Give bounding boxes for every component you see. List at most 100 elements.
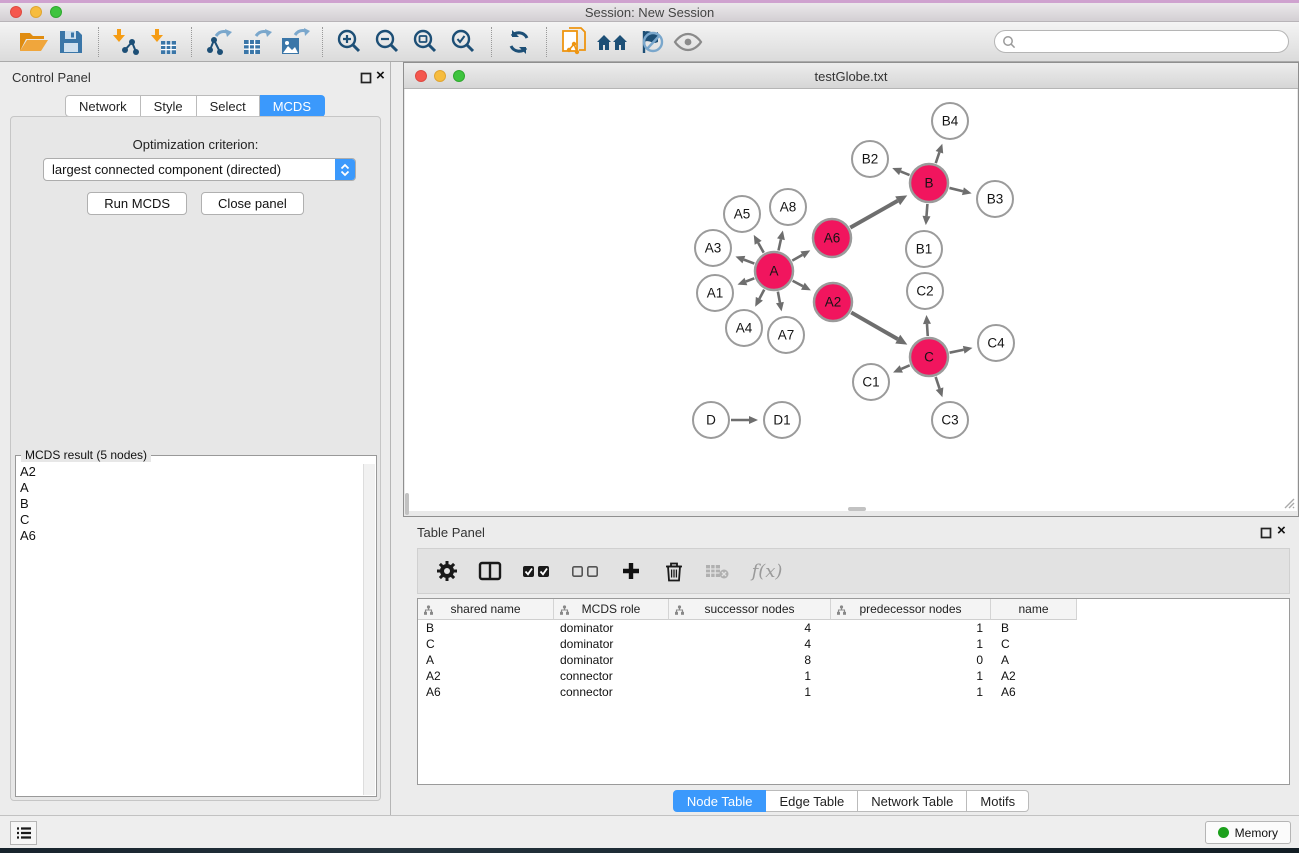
close-panel-icon[interactable]: × xyxy=(376,66,385,86)
table-row[interactable]: Bdominator41B xyxy=(418,620,1289,636)
network-window-titlebar[interactable]: testGlobe.txt xyxy=(404,63,1298,89)
select-all-icon[interactable] xyxy=(520,558,552,584)
graph-edge-A-A2[interactable] xyxy=(793,281,803,286)
table-cell[interactable]: A2 xyxy=(991,668,1077,684)
deselect-all-icon[interactable] xyxy=(569,558,601,584)
save-session-icon[interactable] xyxy=(52,25,90,59)
zoom-out-icon[interactable] xyxy=(369,25,407,59)
graph-edge-A6-B[interactable] xyxy=(850,201,897,228)
search-field[interactable] xyxy=(994,30,1289,53)
table-cell[interactable]: 1 xyxy=(831,668,991,684)
mcds-result-item[interactable]: A6 xyxy=(17,528,363,544)
column-header-mcds-role[interactable]: MCDS role xyxy=(554,599,669,620)
hide-selected-icon[interactable] xyxy=(631,25,669,59)
new-network-file-icon[interactable] xyxy=(555,25,593,59)
table-row[interactable]: Adominator80A xyxy=(418,652,1289,668)
gear-icon[interactable] xyxy=(434,558,460,584)
tab-edge-table[interactable]: Edge Table xyxy=(766,790,858,812)
graph-edge-C-C4[interactable] xyxy=(950,350,964,353)
table-row[interactable]: Cdominator41C xyxy=(418,636,1289,652)
graph-edge-A-A1[interactable] xyxy=(746,278,754,281)
zoom-fit-icon[interactable] xyxy=(407,25,445,59)
mcds-result-item[interactable]: B xyxy=(17,496,363,512)
export-table-icon[interactable] xyxy=(238,25,276,59)
zoom-in-icon[interactable] xyxy=(331,25,369,59)
mcds-result-item[interactable]: C xyxy=(17,512,363,528)
tab-node-table[interactable]: Node Table xyxy=(673,790,767,812)
table-row[interactable]: A2connector11A2 xyxy=(418,668,1289,684)
table-cell[interactable]: B xyxy=(991,620,1077,636)
table-cell[interactable]: dominator xyxy=(554,636,669,652)
table-cell[interactable]: 0 xyxy=(831,652,991,668)
mcds-result-item[interactable]: A xyxy=(17,480,363,496)
table-cell[interactable]: 1 xyxy=(669,668,831,684)
table-cell[interactable]: 1 xyxy=(669,684,831,700)
network-canvas[interactable]: B4B2BB3A5A8A6A3B1AA1C2A2A4A7C4CC1C3DD1 xyxy=(405,89,1297,511)
tab-mcds[interactable]: MCDS xyxy=(260,95,325,117)
graph-edge-B-B4[interactable] xyxy=(936,152,940,163)
table-cell[interactable]: B xyxy=(418,620,554,636)
mcds-list-scrollbar[interactable] xyxy=(363,464,375,795)
table-cell[interactable]: A xyxy=(418,652,554,668)
graph-edge-C-C2[interactable] xyxy=(927,324,928,336)
delete-icon[interactable] xyxy=(661,558,687,584)
zoom-selected-icon[interactable] xyxy=(445,25,483,59)
graph-edge-B-B1[interactable] xyxy=(926,204,927,216)
graph-edge-A2-C[interactable] xyxy=(851,312,898,339)
table-cell[interactable]: A6 xyxy=(418,684,554,700)
network-zoom-button[interactable] xyxy=(453,70,465,82)
first-neighbors-icon[interactable] xyxy=(593,25,631,59)
import-network-icon[interactable] xyxy=(107,25,145,59)
add-column-icon[interactable] xyxy=(618,558,644,584)
table-row[interactable]: A6connector11A6 xyxy=(418,684,1289,700)
table-cell[interactable]: connector xyxy=(554,684,669,700)
show-all-icon[interactable] xyxy=(669,25,707,59)
tab-select[interactable]: Select xyxy=(197,95,260,117)
refresh-icon[interactable] xyxy=(500,25,538,59)
mcds-result-item[interactable]: A2 xyxy=(17,464,363,480)
table-cell[interactable]: dominator xyxy=(554,620,669,636)
tab-motifs[interactable]: Motifs xyxy=(967,790,1029,812)
table-cell[interactable]: connector xyxy=(554,668,669,684)
network-minimize-button[interactable] xyxy=(434,70,446,82)
table-cell[interactable]: C xyxy=(991,636,1077,652)
float-table-panel-icon[interactable] xyxy=(1260,526,1272,538)
delete-table-icon[interactable] xyxy=(704,558,730,584)
open-file-icon[interactable] xyxy=(14,25,52,59)
graph-edge-A-A7[interactable] xyxy=(778,292,780,303)
table-cell[interactable]: C xyxy=(418,636,554,652)
export-image-icon[interactable] xyxy=(276,25,314,59)
graph-edge-B-B3[interactable] xyxy=(949,188,963,191)
graph-edge-C-C1[interactable] xyxy=(901,365,909,369)
tab-network-table[interactable]: Network Table xyxy=(858,790,967,812)
import-table-icon[interactable] xyxy=(145,25,183,59)
network-close-button[interactable] xyxy=(415,70,427,82)
run-mcds-button[interactable]: Run MCDS xyxy=(87,192,187,215)
column-header-shared-name[interactable]: shared name xyxy=(418,599,554,620)
graph-edge-B-B2[interactable] xyxy=(901,171,910,175)
memory-button[interactable]: Memory xyxy=(1205,821,1291,844)
canvas-vscroll-thumb[interactable] xyxy=(405,493,409,515)
graph-edge-A-A6[interactable] xyxy=(792,255,802,261)
export-network-icon[interactable] xyxy=(200,25,238,59)
graph-edge-A-A4[interactable] xyxy=(759,290,764,299)
table-cell[interactable]: A2 xyxy=(418,668,554,684)
column-header-name[interactable]: name xyxy=(991,599,1077,620)
canvas-hscroll-thumb[interactable] xyxy=(848,507,866,511)
column-header-successor-nodes[interactable]: successor nodes xyxy=(669,599,831,620)
table-cell[interactable]: 1 xyxy=(831,684,991,700)
tab-network[interactable]: Network xyxy=(65,95,141,117)
task-history-button[interactable] xyxy=(10,821,37,845)
criterion-dropdown[interactable]: largest connected component (directed) xyxy=(43,158,356,181)
search-input[interactable] xyxy=(1016,33,1288,51)
table-cell[interactable]: dominator xyxy=(554,652,669,668)
graph-edge-A-A8[interactable] xyxy=(778,239,780,250)
close-panel-button[interactable]: Close panel xyxy=(201,192,304,215)
column-view-icon[interactable] xyxy=(477,558,503,584)
graph-edge-A-A5[interactable] xyxy=(758,243,764,253)
table-cell[interactable]: 4 xyxy=(669,636,831,652)
column-header-predecessor-nodes[interactable]: predecessor nodes xyxy=(831,599,991,620)
table-cell[interactable]: 1 xyxy=(831,636,991,652)
float-panel-icon[interactable] xyxy=(360,71,372,83)
tab-style[interactable]: Style xyxy=(141,95,197,117)
